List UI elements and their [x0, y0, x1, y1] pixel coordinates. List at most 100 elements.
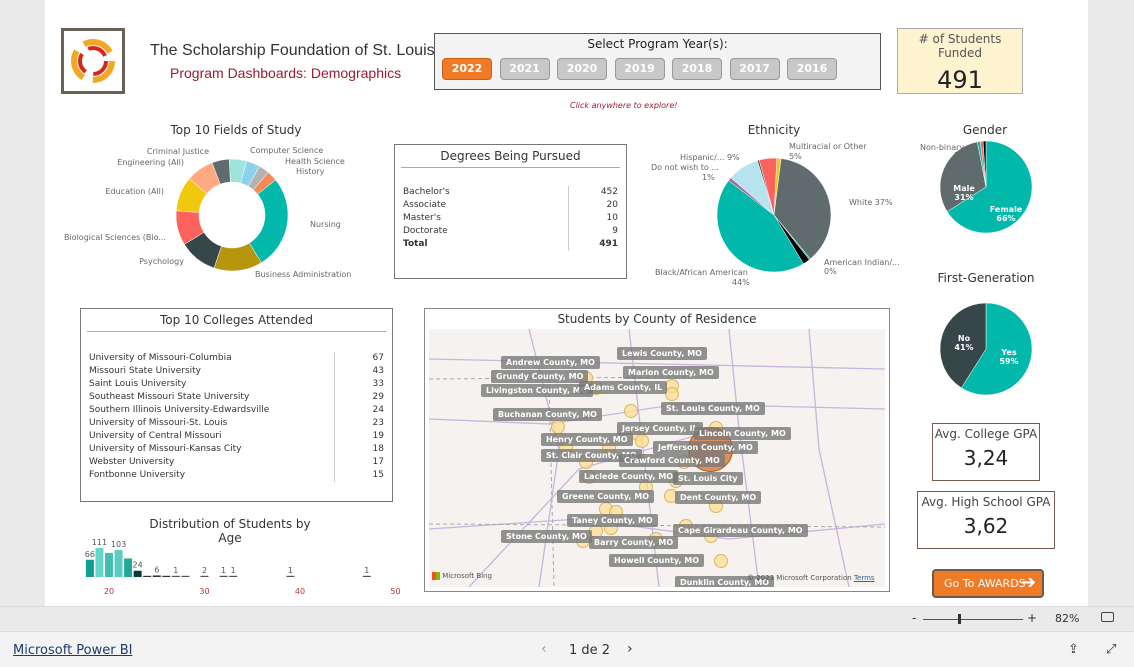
fit-to-page-icon[interactable]: [1101, 612, 1114, 622]
label-black: Black/African American: [655, 268, 748, 277]
county-bubble[interactable]: [665, 387, 679, 401]
hs-gpa-value: 3,62: [963, 514, 1009, 538]
degree-name: Bachelor's: [403, 187, 450, 197]
age-bar[interactable]: [85, 559, 94, 577]
table-row[interactable]: University of Missouri-Columbia 67: [81, 352, 392, 365]
age-bar[interactable]: [200, 575, 209, 577]
college-count: 43: [334, 365, 384, 378]
table-row[interactable]: University of Missouri-St. Louis 23: [81, 417, 392, 430]
go-to-awards-button[interactable]: Go To AWARDS ➔: [932, 569, 1044, 598]
table-row[interactable]: Bachelor's 452: [395, 186, 626, 199]
map-title: Students by County of Residence: [557, 312, 757, 326]
county-label: Greene County, MO: [557, 490, 655, 503]
next-page-icon[interactable]: ›: [627, 641, 633, 657]
age-bar[interactable]: [286, 575, 295, 577]
label-male: Male: [953, 184, 975, 193]
age-bar[interactable]: [219, 575, 228, 577]
power-bi-link[interactable]: Microsoft Power BI: [13, 643, 132, 658]
attribution-text: © 2023 Microsoft Corporation: [747, 574, 852, 582]
county-label: Howell County, MO: [609, 554, 705, 567]
year-button-2017[interactable]: 2017: [729, 58, 780, 80]
gender-pie-chart[interactable]: Non-binary 1% Male 31% Female 66%: [900, 140, 1040, 260]
share-icon[interactable]: ⇪: [1068, 642, 1079, 657]
zoom-slider[interactable]: [923, 619, 1023, 620]
label-computer-science: Computer Science: [250, 146, 323, 155]
label-nursing: Nursing: [310, 220, 341, 229]
county-label: Dent County, MO: [675, 491, 762, 504]
age-bar[interactable]: [362, 575, 371, 577]
zoom-toolbar: - + 82%: [0, 606, 1134, 631]
label-yes: Yes: [1000, 348, 1016, 357]
fields-slice[interactable]: [248, 179, 289, 264]
fullscreen-icon[interactable]: ⤢: [1106, 642, 1116, 657]
awards-button-label: Go To AWARDS: [944, 577, 1026, 590]
age-bar-label: 1: [288, 566, 293, 575]
age-bar[interactable]: [133, 570, 142, 577]
county-label: Crawford County, MO: [619, 454, 725, 467]
age-bar-label: 1: [364, 566, 369, 575]
age-bar[interactable]: [114, 550, 123, 577]
degree-name: Doctorate: [403, 226, 448, 236]
prev-page-icon[interactable]: ‹: [541, 641, 547, 657]
table-row[interactable]: Fontbonne University 15: [81, 469, 392, 482]
age-bar[interactable]: [171, 575, 180, 577]
table-row[interactable]: Saint Louis University 33: [81, 378, 392, 391]
table-row[interactable]: Doctorate 9: [395, 225, 626, 238]
first-gen-pie-chart[interactable]: No 41% Yes 59%: [900, 300, 1040, 400]
county-bubble[interactable]: [714, 554, 728, 568]
year-button-2018[interactable]: 2018: [672, 58, 722, 80]
degree-name: Master's: [403, 213, 441, 223]
age-bar[interactable]: [152, 575, 161, 577]
zoom-slider-thumb[interactable]: [958, 614, 961, 624]
zoom-out-button[interactable]: -: [912, 611, 916, 625]
label-do-not-wish-pct: 1%: [702, 173, 715, 182]
college-count: 15: [334, 469, 384, 482]
college-name: University of Missouri-Kansas City: [89, 444, 242, 454]
ethnicity-pie-chart[interactable]: Multiracial or Other 5% White 37% Americ…: [640, 135, 910, 290]
zoom-level: 82%: [1055, 612, 1080, 625]
age-histogram[interactable]: 66111 103246 1 2 1 1 1 120 30 40 50: [70, 535, 410, 600]
county-label: Laclede County, MO: [579, 470, 679, 483]
label-bio: Biological Sciences (Bio...: [64, 233, 166, 242]
table-row[interactable]: University of Missouri-Kansas City 18: [81, 443, 392, 456]
table-row[interactable]: Master's 10: [395, 212, 626, 225]
year-button-2016[interactable]: 2016: [787, 58, 837, 80]
county-map[interactable]: Students by County of Residence Andrew C…: [424, 308, 890, 592]
age-bar[interactable]: [229, 575, 238, 577]
table-row[interactable]: Missouri State University 43: [81, 365, 392, 378]
college-name: University of Missouri-St. Louis: [89, 418, 228, 428]
county-bubble[interactable]: [635, 434, 649, 448]
age-bar[interactable]: [124, 558, 133, 577]
year-button-2020[interactable]: 2020: [557, 58, 607, 80]
age-bar[interactable]: [143, 575, 152, 577]
college-count: 29: [334, 391, 384, 404]
year-button-2022[interactable]: 2022: [442, 58, 492, 80]
college-count: 67: [334, 352, 384, 365]
fields-donut-chart[interactable]: Computer Science Health Science History …: [60, 140, 380, 290]
table-row[interactable]: Southeast Missouri State University 29: [81, 391, 392, 404]
county-bubble[interactable]: [624, 404, 638, 418]
table-row[interactable]: Associate 20: [395, 199, 626, 212]
gender-title: Gender: [962, 123, 1008, 137]
table-row[interactable]: Total 491: [395, 238, 626, 251]
map-area[interactable]: Andrew County, MO Grundy County, MO Living…: [429, 329, 885, 587]
terms-link[interactable]: Terms: [854, 574, 875, 582]
label-nonbinary-pct: 1%: [954, 151, 967, 160]
label-hispanic: Hispanic/... 9%: [680, 153, 740, 162]
table-row[interactable]: Southern Illinois University-Edwardsvill…: [81, 404, 392, 417]
county-label: Marion County, MO: [623, 366, 719, 379]
year-button-2019[interactable]: 2019: [614, 58, 665, 80]
age-bar[interactable]: [95, 548, 104, 577]
footer: Microsoft Power BI ‹ 1 de 2 › ⇪ ⤢: [0, 631, 1134, 667]
college-gpa-value: 3,24: [963, 446, 1009, 470]
age-tick-label: 30: [199, 587, 209, 596]
table-row[interactable]: University of Central Missouri 19: [81, 430, 392, 443]
age-bar[interactable]: [162, 575, 171, 577]
age-bar[interactable]: [181, 575, 190, 577]
age-bar[interactable]: [105, 552, 113, 577]
zoom-in-button[interactable]: +: [1027, 611, 1037, 625]
year-button-2021[interactable]: 2021: [499, 58, 550, 80]
degree-name: Total: [403, 239, 428, 249]
table-row[interactable]: Webster University 17: [81, 456, 392, 469]
county-bubble[interactable]: [551, 420, 565, 434]
